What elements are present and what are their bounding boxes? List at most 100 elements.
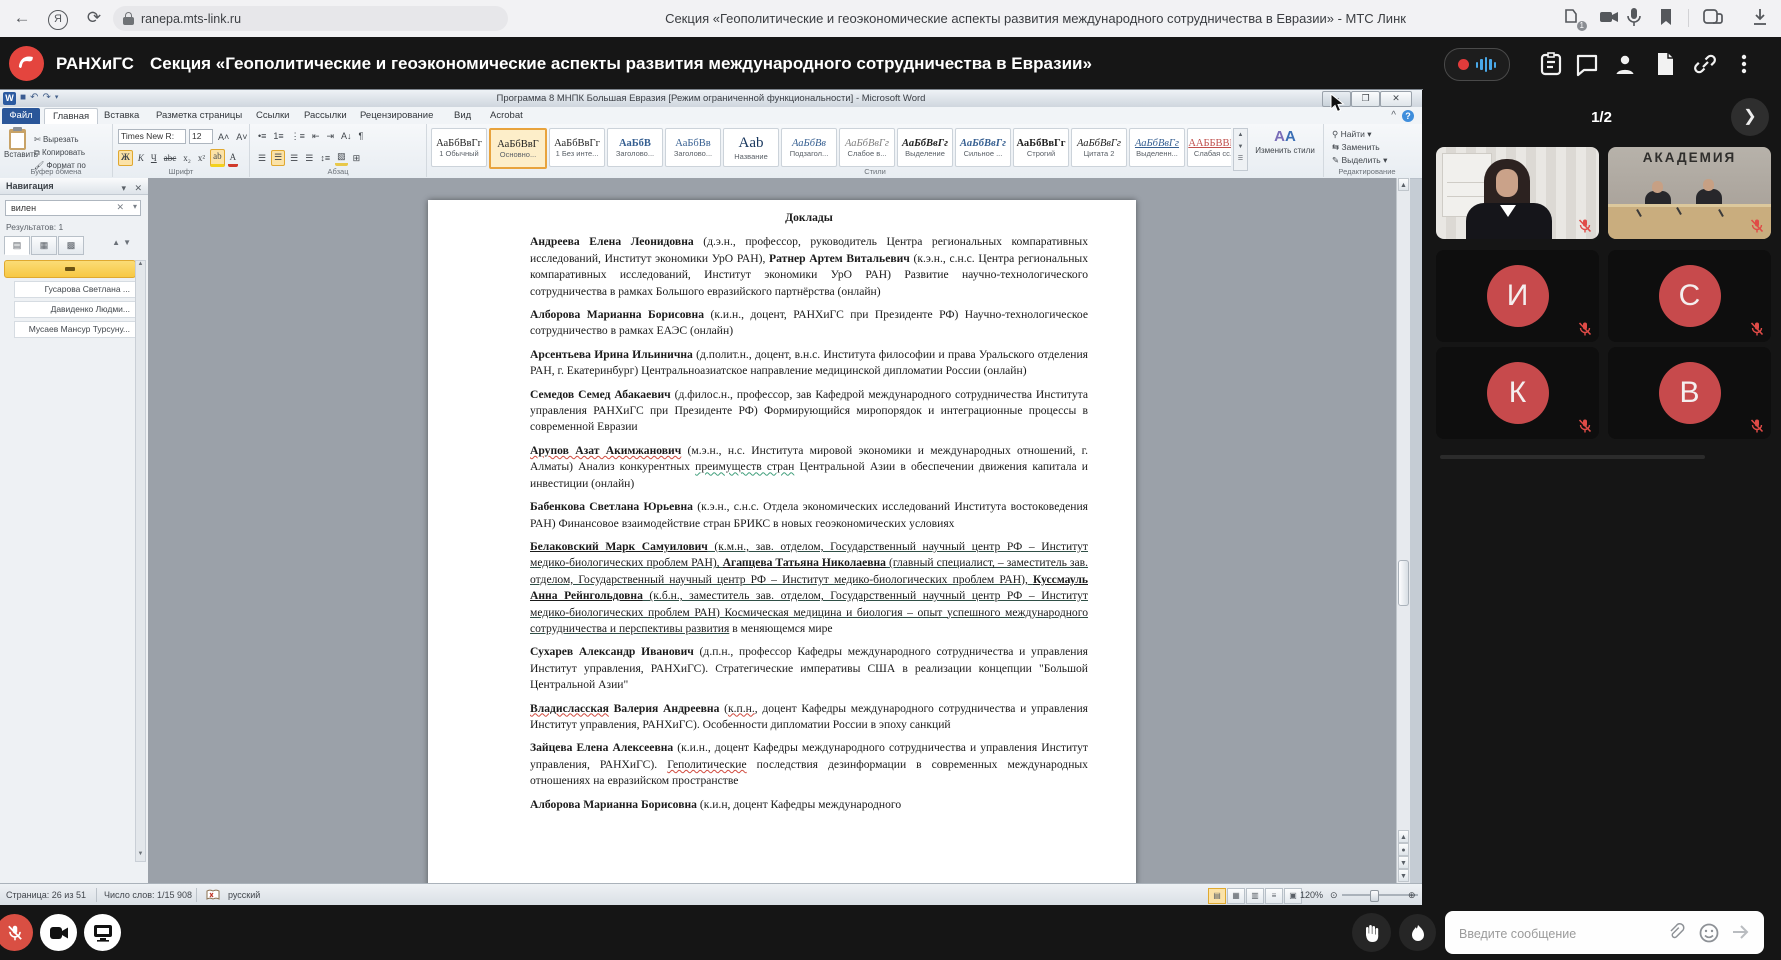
strikethrough-button[interactable]: abc [162,151,179,165]
avatar-tile[interactable]: В [1608,347,1771,439]
quick-access-toolbar[interactable]: W ■ ↶ ↷ ▾ [3,91,58,105]
bullets-button[interactable]: •≡ [256,129,268,143]
nav-search-input[interactable] [9,202,113,214]
scroll-page-down-icon[interactable]: ▼ [1398,856,1409,869]
zoom-out-icon[interactable]: ⊙ [1330,884,1338,906]
justify-button[interactable]: ☰ [303,151,315,165]
scroll-up-icon[interactable]: ▲ [1398,178,1409,191]
style-card[interactable]: АаБбВЗаголово... [607,128,663,167]
nav-search-clear-icon[interactable]: ✕ [116,202,124,213]
nav-tab-results[interactable]: ▩ [58,236,84,255]
raise-hand-button[interactable] [1352,913,1391,952]
nav-search-options-icon[interactable]: ▾ [133,202,137,211]
zoom-level[interactable]: 120% [1300,884,1323,906]
nav-dropdown-icon[interactable]: ▾ [121,180,126,196]
numbering-button[interactable]: 1≡ [271,129,285,143]
replace-button[interactable]: ⇆ Заменить [1332,141,1380,154]
nav-search-box[interactable]: ✕ ▾ [5,200,141,216]
help-icon[interactable]: ? [1402,110,1414,122]
side-panels-icon[interactable] [1702,7,1724,32]
tab-home[interactable]: Главная [44,108,98,125]
view-print-layout[interactable]: ▤ [1208,888,1226,904]
font-color-button[interactable]: А [228,150,239,167]
style-card[interactable]: АаБбВвГг1 Без инте... [549,128,605,167]
address-bar[interactable]: ranepa.mts-link.ru [113,6,508,31]
avatar-tile[interactable]: И [1436,250,1599,342]
mic-permission-icon[interactable] [1626,7,1642,32]
view-web[interactable]: ▥ [1246,888,1264,904]
style-card[interactable]: АаБбВвГгСильное ... [955,128,1011,167]
align-left-button[interactable]: ☰ [256,151,268,165]
avatar-tile[interactable]: К [1436,347,1599,439]
tab-insert[interactable]: Вставка [96,108,147,124]
tab-page-layout[interactable]: Разметка страницы [148,108,250,124]
change-styles-button[interactable]: AA Изменить стили [1253,128,1317,155]
increase-indent-button[interactable]: ⇥ [324,129,336,143]
style-card[interactable]: АаБбВвГОсновно... [489,128,547,169]
status-page[interactable]: Страница: 26 из 51 [6,884,86,906]
grow-font-button[interactable]: А˄ [216,130,231,144]
emoji-icon[interactable] [1698,922,1720,944]
view-fullscreen[interactable]: ▦ [1227,888,1245,904]
tab-mailings[interactable]: Рассылки [296,108,355,124]
italic-button[interactable]: К [136,151,146,165]
show-marks-button[interactable]: ¶ [357,129,366,143]
yandex-icon[interactable]: Я [46,6,70,30]
tab-references[interactable]: Ссылки [248,108,297,124]
nav-tab-pages[interactable]: ▦ [31,236,57,255]
camera-permission-icon[interactable] [1598,7,1620,32]
redo-icon[interactable]: ↷ [42,91,50,105]
collapse-ribbon-icon[interactable]: ^ [1391,110,1396,121]
font-size-select[interactable]: 12 [189,129,213,144]
style-card[interactable]: ААББВВГГСлабая сс... [1187,128,1231,167]
video-tile-speaker[interactable] [1436,147,1599,239]
borders-button[interactable]: ⊞ [351,151,363,165]
zoom-slider-thumb[interactable] [1370,890,1379,902]
status-language[interactable]: русский [228,884,260,906]
style-card[interactable]: AabНазвание [723,128,779,167]
find-button[interactable]: ⚲ Найти ▾ [1332,128,1372,141]
reactions-button[interactable] [1399,914,1436,951]
sort-button[interactable]: А↓ [339,129,354,143]
multilevel-list-button[interactable]: ⋮≡ [289,129,307,143]
style-card[interactable]: АаБбВвГгСлабое в... [839,128,895,167]
undo-icon[interactable]: ↶ [30,91,38,105]
tab-review[interactable]: Рецензирование [352,108,441,124]
paste-button[interactable]: Вставить [4,129,30,159]
recording-indicator[interactable] [1444,48,1510,81]
participants-icon[interactable] [1612,51,1638,77]
style-card[interactable]: АаБбВвГгВыделенн... [1129,128,1185,167]
camera-toggle-button[interactable] [40,914,77,951]
qat-dropdown-icon[interactable]: ▾ [55,91,59,105]
font-family-select[interactable]: Times New R: [118,129,186,144]
style-card[interactable]: АаБбВвГг1 Обычный [431,128,487,167]
nav-result-item[interactable]: Мусаев Мансур Турсуну... [14,321,136,338]
decrease-indent-button[interactable]: ⇤ [310,129,322,143]
styles-scroll[interactable]: ▲▼☰ [1233,128,1248,171]
notes-icon[interactable] [1538,51,1564,77]
word-titlebar[interactable]: W ■ ↶ ↷ ▾ Программа 8 МНПК Большая Евраз… [0,90,1422,108]
shrink-font-button[interactable]: А˅ [234,130,249,144]
browser-back-icon[interactable]: ← [10,6,34,30]
scroll-object-icon[interactable]: ● [1398,843,1409,856]
video-tile-room[interactable]: АКАДЕМИЯ [1608,147,1771,239]
chat-input-box[interactable] [1445,911,1764,954]
more-menu-icon[interactable] [1740,51,1752,77]
link-icon[interactable] [1692,51,1718,77]
avatar-tile[interactable]: С [1608,250,1771,342]
browser-refresh-icon[interactable]: ⟳ [82,6,106,30]
nav-result-item[interactable]: Давиденко Людми... [14,301,136,318]
tab-file[interactable]: Файл [2,108,40,124]
underline-button[interactable]: Ч [149,151,159,165]
screen-share-button[interactable] [84,914,121,951]
style-card[interactable]: АаБбВвЗаголово... [665,128,721,167]
style-card[interactable]: АаБбВвГгСтрогий [1013,128,1069,167]
close-button[interactable]: ✕ [1380,91,1412,107]
nav-tab-headings[interactable]: ▤ [4,236,30,255]
bookmark-icon[interactable] [1658,7,1674,32]
chat-input[interactable] [1457,911,1651,956]
tab-acrobat[interactable]: Acrobat [482,108,531,124]
attach-icon[interactable] [1666,922,1688,944]
align-right-button[interactable]: ☰ [288,151,300,165]
scroll-thumb[interactable] [1398,560,1409,606]
